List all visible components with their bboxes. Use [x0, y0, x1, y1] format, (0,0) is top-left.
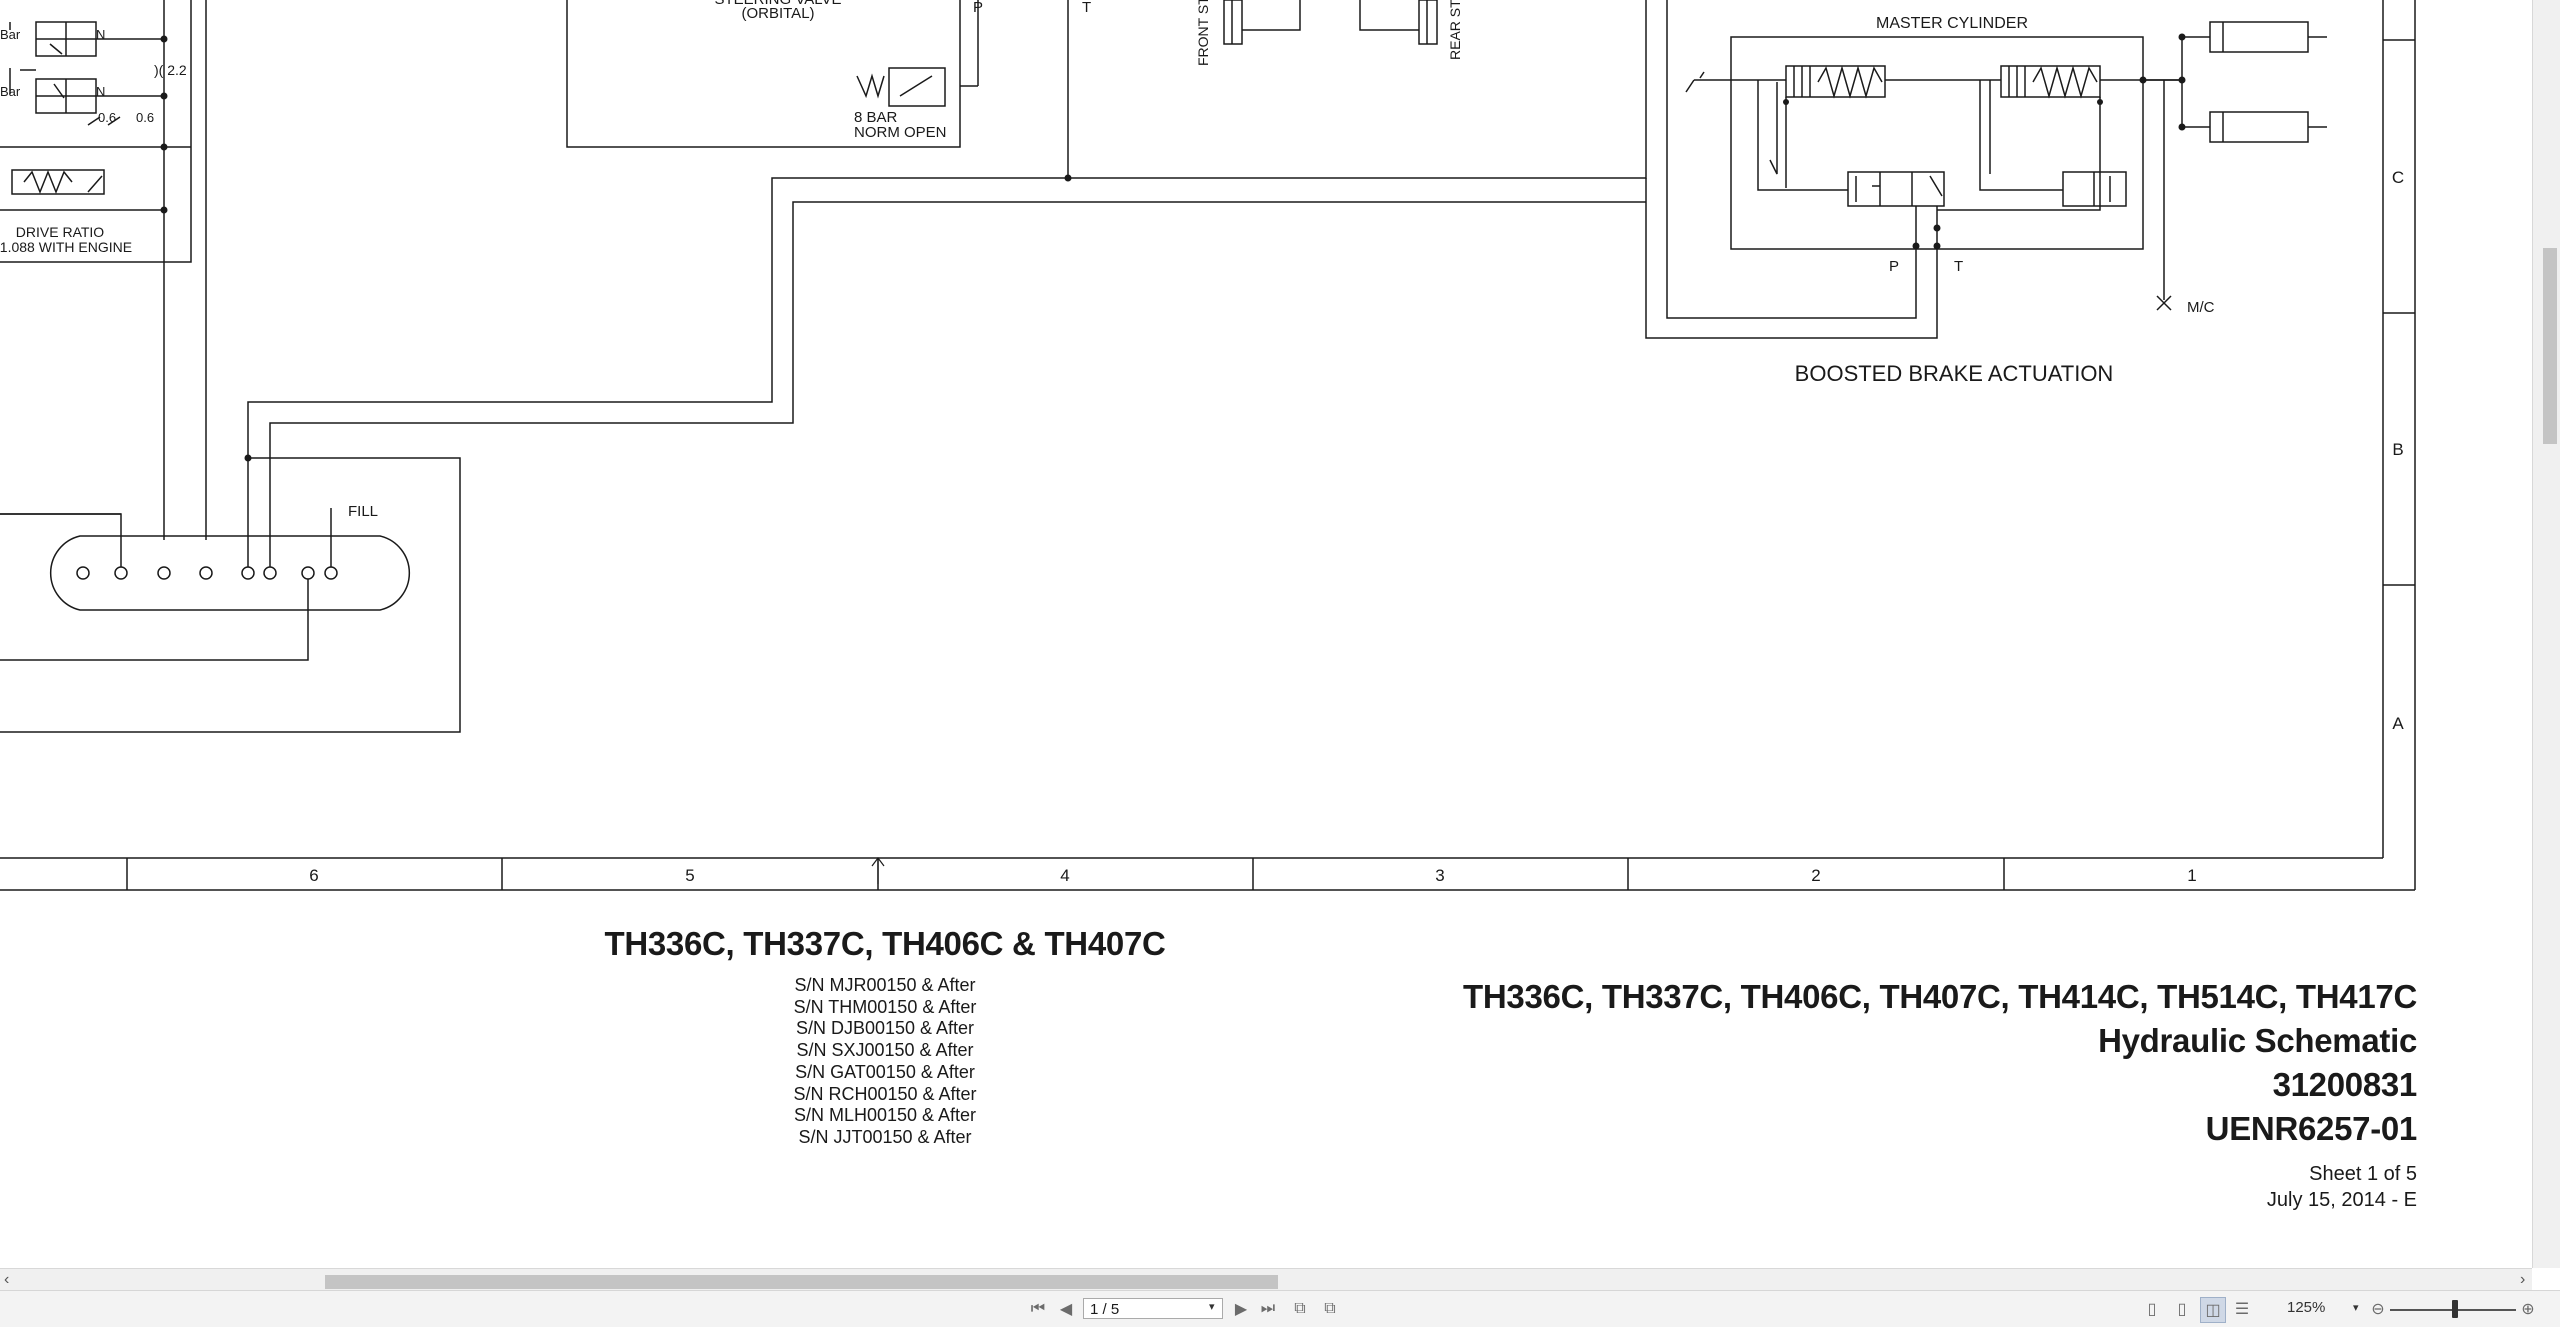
mc-label: M/C — [2187, 299, 2215, 316]
serial-number-list: S/N MJR00150 & After S/N THM00150 & Afte… — [560, 975, 1210, 1149]
title-block-right: TH336C, TH337C, TH406C, TH407C, TH414C, … — [1300, 975, 2417, 1213]
serial-number-item: S/N SXJ00150 & After — [796, 1040, 974, 1061]
zone-col-6: 6 — [309, 866, 318, 885]
port-p-label: P — [973, 0, 983, 16]
zone-col-4: 4 — [1060, 866, 1069, 885]
document-title: Hydraulic Schematic — [2098, 1022, 2417, 1059]
rear-steer-label: REAR ST — [1447, 0, 1463, 60]
document-viewport[interactable]: STEERING VALVE (ORBITAL) P T 8 BAR NORM … — [0, 0, 2532, 1268]
zoom-out-icon[interactable]: ⊖ — [2366, 1297, 2390, 1321]
part-number: 31200831 — [2272, 1066, 2418, 1103]
serial-number-item: S/N THM00150 & After — [793, 996, 977, 1017]
previous-view-icon[interactable]: ⧉ — [1288, 1297, 1312, 1321]
sheet-number: Sheet 1 of 5 — [2309, 1163, 2417, 1185]
serial-number-item: S/N DJB00150 & After — [795, 1018, 975, 1039]
continuous-icon[interactable]: ▯ — [2170, 1297, 2194, 1321]
chevron-down-icon[interactable]: ▾ — [2353, 1301, 2359, 1314]
two-page-icon[interactable]: ◫ — [2200, 1297, 2226, 1323]
zone-row-b: B — [2392, 440, 2403, 459]
zone-col-3: 3 — [1435, 866, 1444, 885]
zone-col-1: 1 — [2187, 866, 2196, 885]
serial-number-item: S/N GAT00150 & After — [795, 1061, 975, 1082]
zone-row-a: A — [2392, 714, 2404, 733]
serial-number-item: S/N MJR00150 & After — [794, 975, 976, 995]
steering-valve-sublabel: (ORBITAL) — [741, 5, 814, 22]
document-date: July 15, 2014 - E — [2266, 1189, 2417, 1211]
center-mark-icon — [871, 857, 885, 884]
prev-page-icon[interactable]: ◀ — [1054, 1297, 1078, 1321]
first-page-icon[interactable]: ⏮ — [1026, 1297, 1050, 1321]
horizontal-scrollbar[interactable]: ‹ › — [0, 1268, 2532, 1291]
zone-col-2: 2 — [1811, 866, 1820, 885]
drive-ratio-label: DRIVE RATIO — [16, 224, 105, 240]
vertical-scrollbar[interactable] — [2532, 0, 2560, 1268]
n-label-a: N — [96, 27, 105, 42]
page-number-input[interactable]: 1 / 5 — [1083, 1298, 1223, 1319]
two-page-continuous-icon[interactable]: ☰ — [2230, 1297, 2254, 1321]
scroll-left-icon[interactable]: ‹ — [4, 1272, 9, 1288]
horizontal-scroll-thumb[interactable] — [325, 1275, 1278, 1289]
bar-label-a: Bar — [0, 27, 21, 42]
center-models-title: TH336C, TH337C, TH406C & TH407C — [604, 925, 1166, 962]
boosted-brake-label: BOOSTED BRAKE ACTUATION — [1795, 361, 2114, 386]
viewer-toolbar: ⏮ ◀ 1 / 5 ▾ ▶ ⏭ ⧉ ⧉ ▯ ▯ ◫ ☰ 125% ▾ ⊖ ⊕ — [0, 1290, 2560, 1327]
right-models-title: TH336C, TH337C, TH406C, TH407C, TH414C, … — [1463, 978, 2417, 1015]
single-page-icon[interactable]: ▯ — [2140, 1297, 2164, 1321]
zoom-slider-handle[interactable] — [2452, 1300, 2458, 1318]
zoom-in-icon[interactable]: ⊕ — [2516, 1297, 2540, 1321]
next-view-icon[interactable]: ⧉ — [1318, 1297, 1342, 1321]
master-cylinder-label: MASTER CYLINDER — [1876, 15, 2028, 32]
scroll-right-icon[interactable]: › — [2520, 1272, 2525, 1288]
port-t-label: T — [1082, 0, 1091, 16]
zoom-level[interactable]: 125% — [2287, 1299, 2325, 1316]
zone-col-5: 5 — [685, 866, 694, 885]
n-label-b: N — [96, 84, 105, 99]
pressure-switch-sublabel: NORM OPEN — [854, 124, 947, 141]
chevron-down-icon[interactable]: ▾ — [1209, 1300, 1215, 1313]
next-page-icon[interactable]: ▶ — [1229, 1297, 1253, 1321]
orifice-label-b: 0.6 — [136, 110, 154, 125]
restrictor-label: )( 2.2 — [154, 62, 187, 78]
title-block-center: TH336C, TH337C, TH406C & TH407C S/N MJR0… — [560, 925, 1210, 1149]
serial-number-item: S/N MLH00150 & After — [793, 1105, 977, 1126]
bar-label-b: Bar — [0, 84, 21, 99]
fill-label: FILL — [348, 503, 378, 520]
document-number: UENR6257-01 — [2205, 1110, 2418, 1147]
vertical-scroll-thumb[interactable] — [2543, 248, 2557, 444]
orifice-label-a: 0.6 — [98, 110, 116, 125]
serial-number-item: S/N JJT00150 & After — [798, 1126, 972, 1147]
last-page-icon[interactable]: ⏭ — [1256, 1297, 1280, 1321]
front-steer-label: FRONT ST — [1195, 0, 1211, 66]
serial-number-item: S/N RCH00150 & After — [793, 1083, 977, 1104]
mc-port-t-label: T — [1954, 258, 1963, 275]
zone-row-c: C — [2392, 168, 2404, 187]
mc-port-p-label: P — [1889, 258, 1899, 275]
drive-ratio-sublabel: :1.088 WITH ENGINE — [0, 239, 132, 255]
